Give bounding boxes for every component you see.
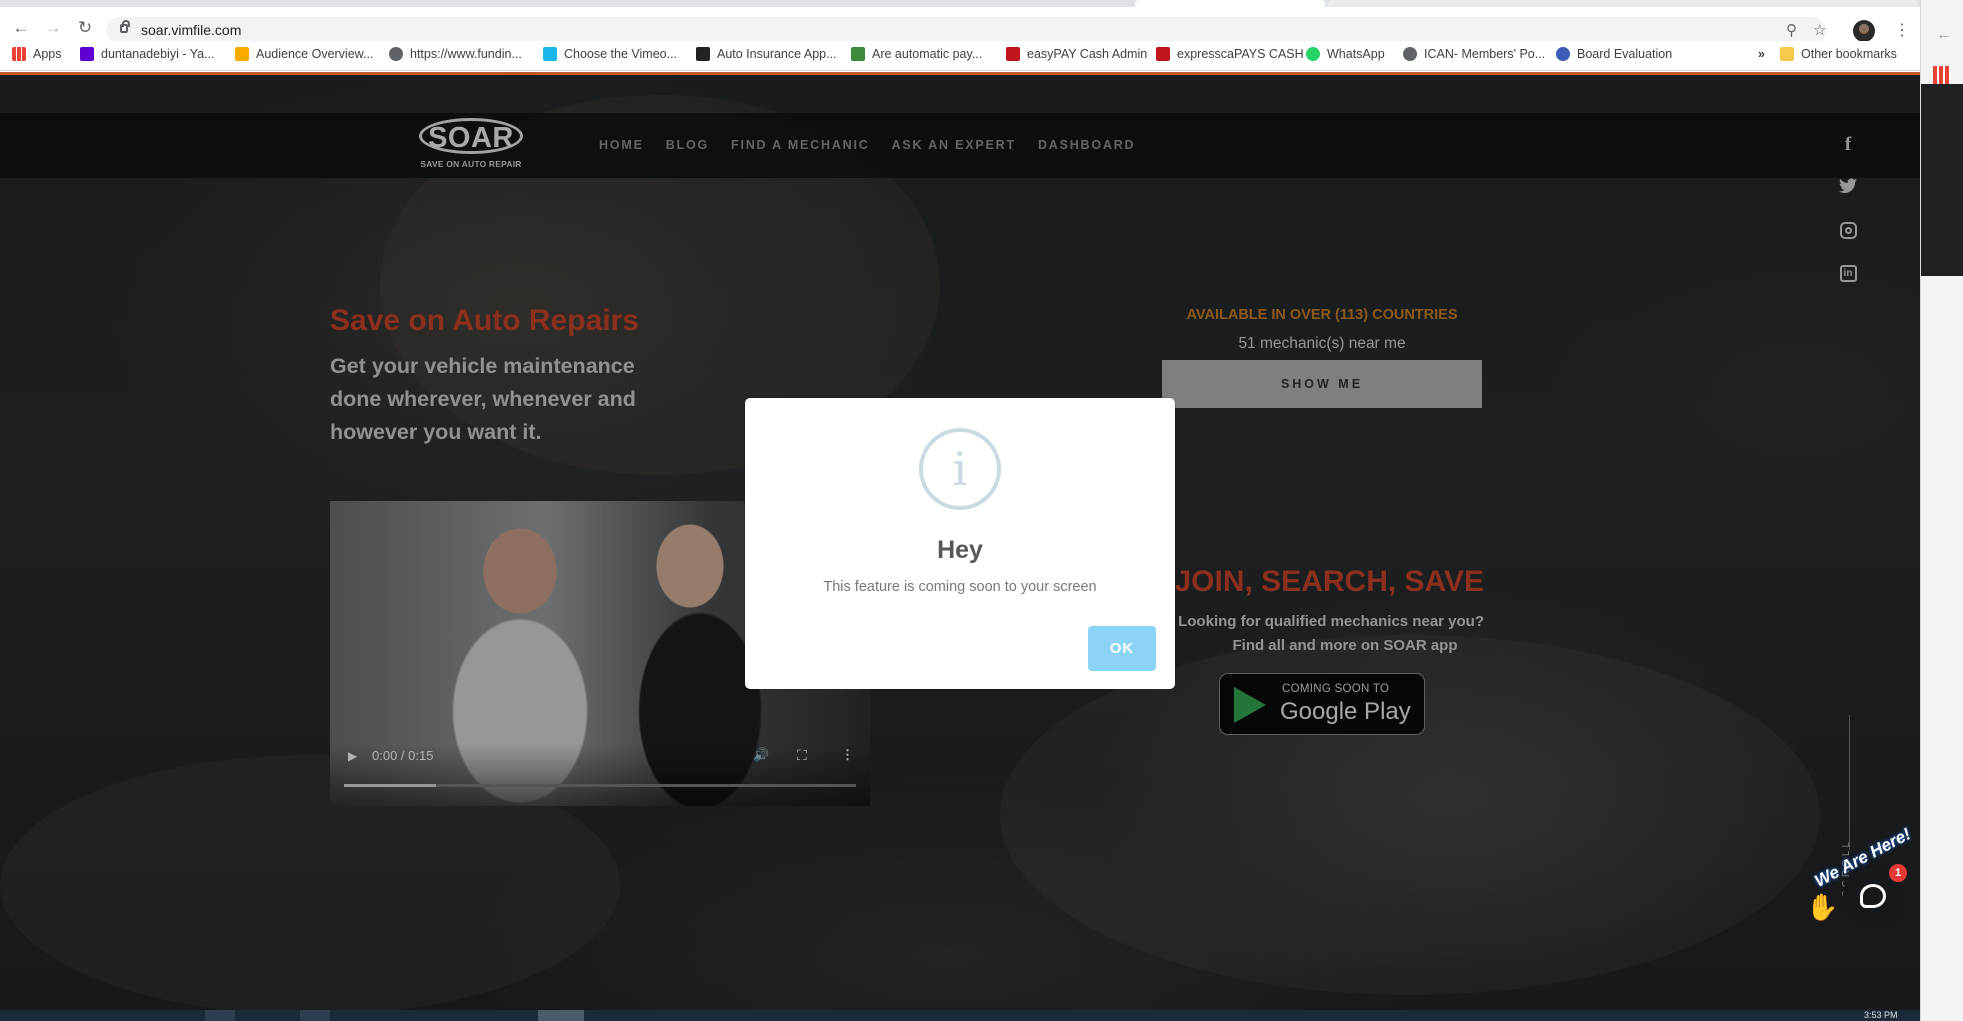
waving-hand-icon: ✋: [1806, 892, 1839, 922]
bookmark-label: ICAN- Members' Po...: [1424, 47, 1546, 61]
info-icon: i: [919, 428, 1001, 510]
taskbar-clock: 3:53 PM: [1864, 1010, 1898, 1020]
bookmark-apps[interactable]: Apps: [12, 47, 62, 61]
bsl-icon: [696, 47, 710, 61]
bookmark-item[interactable]: duntanadebiyi - Ya...: [80, 47, 215, 61]
bookmark-item[interactable]: Auto Insurance App...: [696, 47, 837, 61]
tab-strip: [0, 0, 1920, 7]
profile-avatar[interactable]: [1853, 20, 1875, 42]
lock-icon[interactable]: [120, 20, 130, 33]
taskbar-item[interactable]: [205, 1010, 235, 1021]
bookmark-item[interactable]: expresscaPAYS CASH: [1156, 47, 1304, 61]
apps-grid-icon[interactable]: [1933, 66, 1951, 84]
bookmark-item[interactable]: easyPAY Cash Admin: [1006, 47, 1147, 61]
taskbar-item[interactable]: [538, 1010, 584, 1021]
url-text[interactable]: soar.vimfile.com: [141, 22, 241, 38]
reload-icon[interactable]: ↻: [73, 16, 97, 40]
bookmark-label: easyPAY Cash Admin: [1027, 47, 1148, 61]
bookmark-label: duntanadebiyi - Ya...: [101, 47, 215, 61]
bookmark-label: https://www.fundin...: [410, 47, 522, 61]
side-arrow-icon[interactable]: ←: [1936, 26, 1952, 44]
bookmark-label: Choose the Vimeo...: [564, 47, 678, 61]
address-toolbar: ← → ↻ soar.vimfile.com ⚲ ☆ ⋮: [0, 7, 1920, 44]
bookmark-item[interactable]: Board Evaluation: [1556, 47, 1672, 61]
bookmark-item[interactable]: Choose the Vimeo...: [543, 47, 677, 61]
os-taskbar: 3:53 PM: [0, 1010, 1920, 1021]
chat-notification-badge: 1: [1889, 864, 1907, 882]
bookmark-label: Audience Overview...: [256, 47, 374, 61]
bookmark-label: Are automatic pay...: [872, 47, 983, 61]
tab[interactable]: [1328, 0, 1918, 7]
yahoo-mail-icon: [80, 47, 94, 61]
maple-leaf-icon: [1156, 47, 1170, 61]
chart-icon: [851, 47, 865, 61]
bookmark-item[interactable]: Audience Overview...: [235, 47, 373, 61]
bookmark-star-icon[interactable]: ☆: [1813, 21, 1826, 39]
browser-menu-icon[interactable]: ⋮: [1894, 19, 1910, 43]
chat-icon: [1860, 884, 1886, 908]
forward-icon[interactable]: →: [41, 16, 65, 40]
globe-icon: [389, 47, 403, 61]
address-bar[interactable]: soar.vimfile.com ⚲ ☆: [106, 17, 1826, 44]
maple-leaf-icon: [1006, 47, 1020, 61]
other-bookmarks[interactable]: Other bookmarks: [1780, 47, 1897, 61]
side-dark-block: [1921, 84, 1963, 276]
dialog-message: This feature is coming soon to your scre…: [823, 579, 1097, 595]
globe-icon: [1403, 47, 1417, 61]
bookmark-label: Apps: [33, 47, 62, 61]
ok-button[interactable]: OK: [1088, 626, 1156, 671]
bookmark-label: Board Evaluation: [1577, 47, 1673, 61]
tab[interactable]: [1135, 0, 1325, 7]
taskbar-item[interactable]: [300, 1010, 330, 1021]
whatsapp-icon: [1306, 47, 1320, 61]
bookmark-item[interactable]: ICAN- Members' Po...: [1403, 47, 1545, 61]
vimeo-icon: [543, 47, 557, 61]
apps-grid-icon: [12, 47, 26, 61]
dialog-title: Hey: [937, 536, 983, 564]
bookmark-label: Auto Insurance App...: [717, 47, 837, 61]
zoom-icon[interactable]: ⚲: [1786, 21, 1797, 39]
folder-icon: [1780, 47, 1794, 61]
bookmark-overflow-button[interactable]: »: [1758, 47, 1765, 61]
bookmark-item[interactable]: WhatsApp: [1306, 47, 1385, 61]
board-icon: [1556, 47, 1570, 61]
bookmark-label: Other bookmarks: [1801, 47, 1897, 61]
analytics-icon: [235, 47, 249, 61]
bookmark-item[interactable]: https://www.fundin...: [389, 47, 522, 61]
bookmark-label: WhatsApp: [1327, 47, 1385, 61]
bookmark-label: expresscaPAYS CASH: [1177, 47, 1304, 61]
bookmark-item[interactable]: Are automatic pay...: [851, 47, 982, 61]
browser-chrome: ← → ↻ soar.vimfile.com ⚲ ☆ ⋮ Apps duntan…: [0, 0, 1920, 75]
side-panel: ←: [1920, 0, 1963, 1021]
bookmarks-bar: Apps duntanadebiyi - Ya... Audience Over…: [0, 41, 1920, 71]
alert-dialog: i Hey This feature is coming soon to you…: [745, 398, 1175, 689]
back-icon[interactable]: ←: [9, 16, 33, 40]
